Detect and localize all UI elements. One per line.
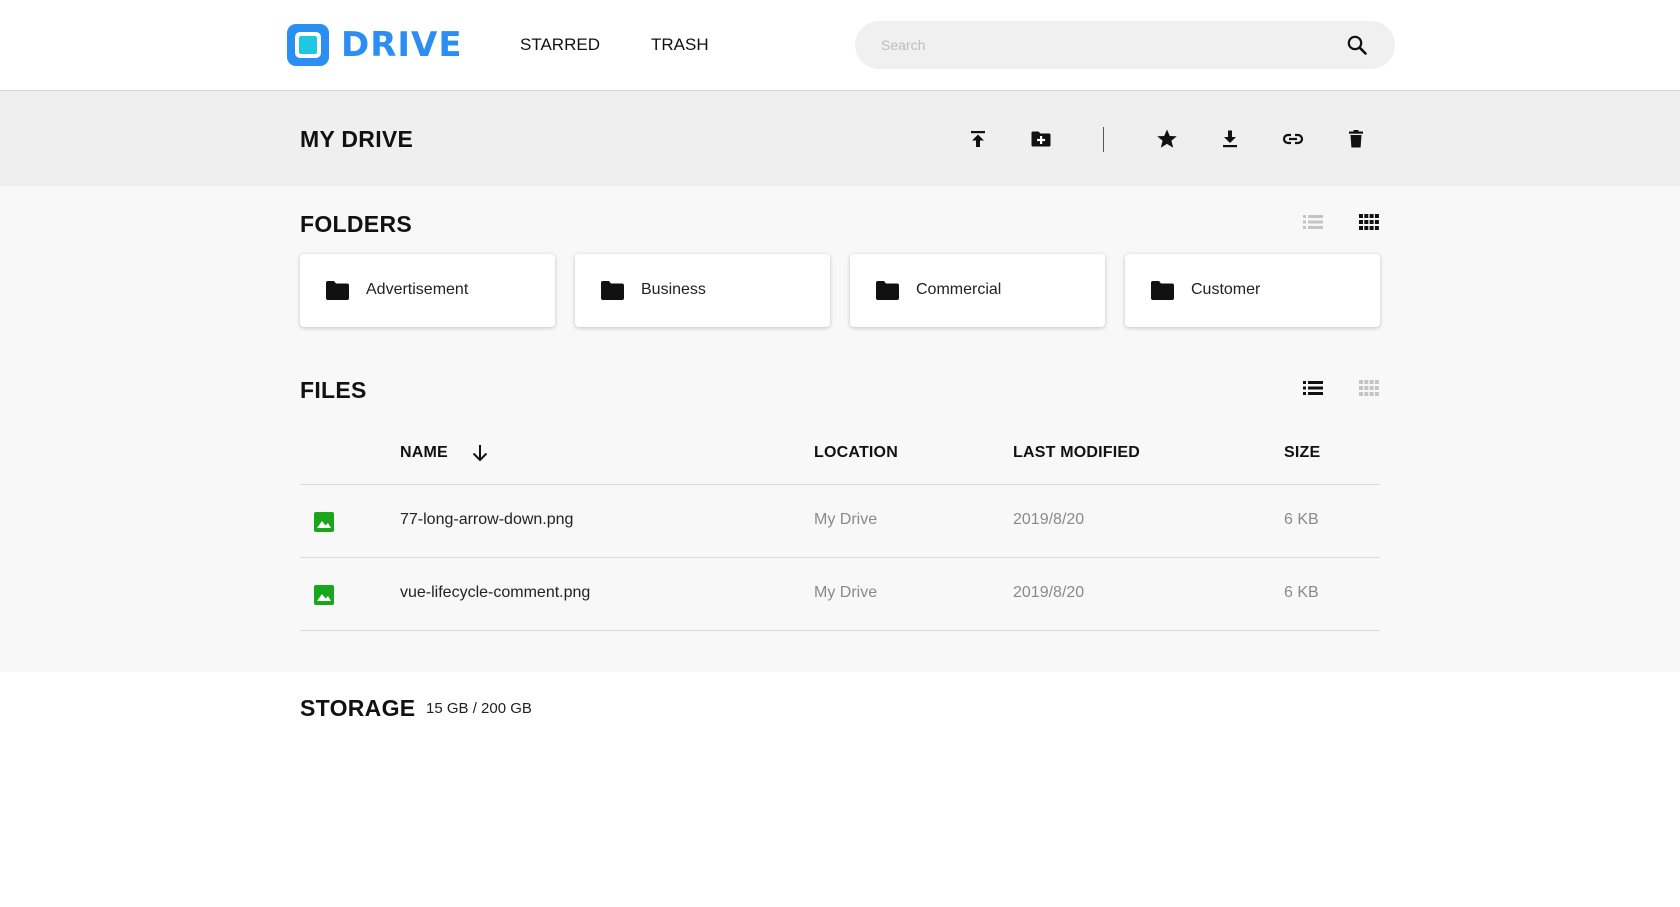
drive-toolbar: MY DRIVE <box>0 91 1680 186</box>
file-location: My Drive <box>814 584 878 601</box>
file-last-modified: 2019/8/20 <box>1013 511 1085 528</box>
folder-card[interactable]: Customer <box>1125 254 1380 327</box>
trash-icon <box>1349 130 1363 148</box>
download-button[interactable] <box>1217 126 1243 152</box>
app-logo[interactable]: DRIVE <box>287 24 463 66</box>
image-file-icon <box>314 585 334 605</box>
file-location: My Drive <box>814 511 878 528</box>
folders-title: FOLDERS <box>300 211 412 237</box>
folder-icon <box>601 281 624 300</box>
folder-name: Commercial <box>916 281 1002 298</box>
search-input[interactable] <box>881 21 1321 69</box>
star-icon <box>1157 129 1177 148</box>
column-header-last-modified[interactable]: LAST MODIFIED <box>1013 442 1140 464</box>
download-icon <box>1223 130 1237 148</box>
column-header-size[interactable]: SIZE <box>1284 442 1320 464</box>
column-header-location[interactable]: LOCATION <box>814 442 898 464</box>
link-icon <box>1282 133 1304 145</box>
sort-arrow-down-icon[interactable] <box>469 442 491 464</box>
drive-content: FOLDERS Advertisement Business Commercia… <box>0 186 1680 672</box>
drive-logo-icon <box>287 24 329 66</box>
search-bar <box>855 21 1395 69</box>
search-icon[interactable] <box>1345 33 1369 57</box>
folder-icon <box>326 281 349 300</box>
upload-button[interactable] <box>965 126 991 152</box>
page-title: MY DRIVE <box>300 126 414 152</box>
files-list-view-icon[interactable] <box>1301 376 1325 400</box>
table-row[interactable]: vue-lifecycle-comment.png My Drive 2019/… <box>300 558 1380 630</box>
file-name: 77-long-arrow-down.png <box>400 511 574 528</box>
new-folder-icon <box>1031 131 1051 147</box>
image-file-icon <box>314 512 334 532</box>
app-header: DRIVE STARRED TRASH <box>0 0 1680 91</box>
file-size: 6 KB <box>1284 584 1319 601</box>
toolbar-divider <box>1103 127 1104 152</box>
logo-text: DRIVE <box>341 25 463 65</box>
files-grid-view-icon[interactable] <box>1357 376 1381 400</box>
folder-card[interactable]: Advertisement <box>300 254 555 327</box>
nav-trash[interactable]: TRASH <box>651 33 709 57</box>
folder-name: Advertisement <box>366 281 469 298</box>
file-size: 6 KB <box>1284 511 1319 528</box>
upload-icon <box>971 131 985 147</box>
table-row[interactable]: 77-long-arrow-down.png My Drive 2019/8/2… <box>300 485 1380 557</box>
files-title: FILES <box>300 377 367 403</box>
folder-icon <box>876 281 899 300</box>
storage-title: STORAGE <box>300 695 416 721</box>
column-header-name[interactable]: NAME <box>400 442 448 464</box>
folder-icon <box>1151 281 1174 300</box>
file-name: vue-lifecycle-comment.png <box>400 584 591 601</box>
folders-grid-view-icon[interactable] <box>1357 210 1381 234</box>
star-button[interactable] <box>1154 126 1180 152</box>
copy-link-button[interactable] <box>1280 126 1306 152</box>
delete-button[interactable] <box>1343 126 1369 152</box>
folder-card[interactable]: Commercial <box>850 254 1105 327</box>
file-last-modified: 2019/8/20 <box>1013 584 1085 601</box>
folder-name: Customer <box>1191 281 1261 298</box>
nav-starred[interactable]: STARRED <box>520 33 600 57</box>
folder-name: Business <box>641 281 706 298</box>
new-folder-button[interactable] <box>1028 126 1054 152</box>
folder-card[interactable]: Business <box>575 254 830 327</box>
storage-usage: 15 GB / 200 GB <box>426 700 532 717</box>
table-divider <box>300 630 1380 631</box>
folders-list-view-icon[interactable] <box>1301 210 1325 234</box>
